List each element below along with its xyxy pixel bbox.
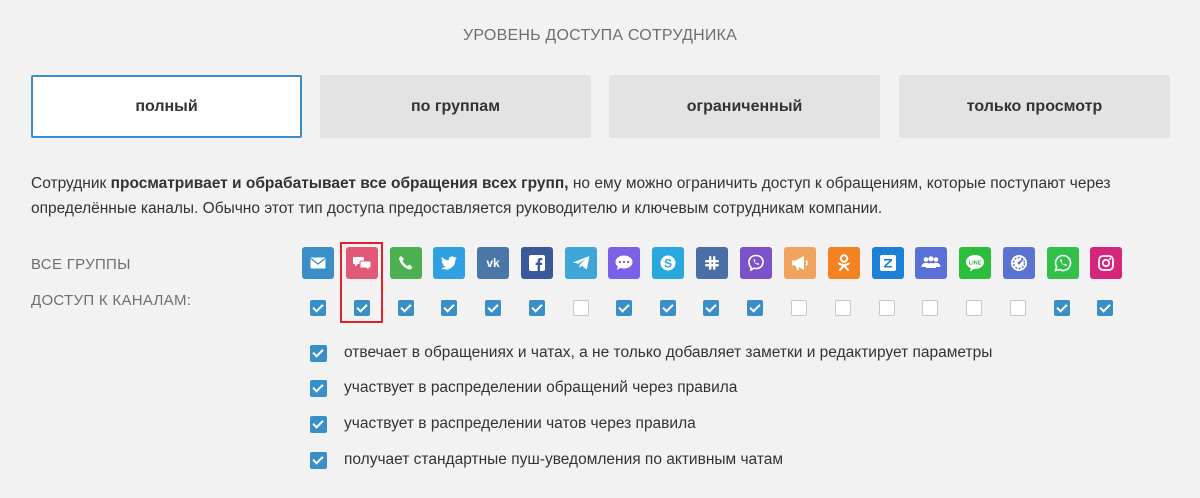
vk-icon[interactable]: vk — [477, 247, 509, 279]
channel-checkbox-slack[interactable] — [703, 300, 719, 316]
page-title: УРОВЕНЬ ДОСТУПА СОТРУДНИКА — [463, 27, 737, 44]
megaphone-icon[interactable] — [784, 247, 816, 279]
email-icon[interactable] — [302, 247, 334, 279]
channel-checkbox-odnoklassniki[interactable] — [835, 300, 851, 316]
facebook-icon[interactable] — [521, 247, 553, 279]
option-label: участвует в распределении чатов через пр… — [344, 415, 696, 432]
checkbox[interactable] — [310, 452, 327, 469]
option-label: отвечает в обращениях и чатах, а не толь… — [344, 344, 993, 361]
channel-checkbox-viber[interactable] — [747, 300, 763, 316]
zendesk-icon[interactable] — [872, 247, 904, 279]
tab-full[interactable]: полный — [31, 75, 302, 138]
channel-access-label: ДОСТУП К КАНАЛАМ: — [31, 292, 192, 309]
whatsapp-icon[interactable] — [1047, 247, 1079, 279]
channel-checkbox-phone[interactable] — [398, 300, 414, 316]
line-icon[interactable]: LINE — [959, 247, 991, 279]
access-description: Сотрудник просматривает и обрабатывает в… — [31, 171, 1171, 221]
channel-checkbox-facebook[interactable] — [529, 300, 545, 316]
all-groups-label: ВСЕ ГРУППЫ — [31, 256, 131, 273]
svg-text:S: S — [664, 257, 672, 271]
channel-checkbox-telegram[interactable] — [573, 300, 589, 316]
slack-icon[interactable] — [696, 247, 728, 279]
instagram-icon[interactable] — [1090, 247, 1122, 279]
channel-checkbox-line[interactable] — [966, 300, 982, 316]
channel-checkbox-group[interactable] — [922, 300, 938, 316]
channel-checkbox-twitter[interactable] — [441, 300, 457, 316]
telegram-icon[interactable] — [565, 247, 597, 279]
channel-checkbox-whatsapp[interactable] — [1054, 300, 1070, 316]
messenger-icon[interactable] — [608, 247, 640, 279]
phone-icon[interactable] — [390, 247, 422, 279]
gauge-icon[interactable] — [1003, 247, 1035, 279]
tab-by-groups[interactable]: по группам — [320, 75, 591, 138]
checkbox[interactable] — [310, 345, 327, 362]
channel-checkbox-megaphone[interactable] — [791, 300, 807, 316]
channel-checkbox-instagram[interactable] — [1097, 300, 1113, 316]
viber-icon[interactable] — [740, 247, 772, 279]
channel-checkbox-zendesk[interactable] — [879, 300, 895, 316]
odnoklassniki-icon[interactable] — [828, 247, 860, 279]
svg-text:LINE: LINE — [969, 261, 982, 267]
option-label: участвует в распределении обращений чере… — [344, 379, 738, 396]
description-prefix: Сотрудник — [31, 175, 111, 192]
checkbox[interactable] — [310, 380, 327, 397]
option-label: получает стандартные пуш-уведомления по … — [344, 451, 784, 468]
twitter-icon[interactable] — [433, 247, 465, 279]
channel-checkbox-vk[interactable] — [485, 300, 501, 316]
channel-checkbox-messenger[interactable] — [616, 300, 632, 316]
tab-limited[interactable]: ограниченный — [609, 75, 880, 138]
group-icon[interactable] — [915, 247, 947, 279]
checkbox[interactable] — [310, 416, 327, 433]
skype-icon[interactable]: S — [652, 247, 684, 279]
description-bold: просматривает и обрабатывает все обращен… — [110, 175, 569, 192]
channel-checkbox-gauge[interactable] — [1010, 300, 1026, 316]
highlight-box — [340, 242, 383, 323]
channel-checkbox-email[interactable] — [310, 300, 326, 316]
channel-checkbox-skype[interactable] — [660, 300, 676, 316]
tab-view-only[interactable]: только просмотр — [899, 75, 1170, 138]
